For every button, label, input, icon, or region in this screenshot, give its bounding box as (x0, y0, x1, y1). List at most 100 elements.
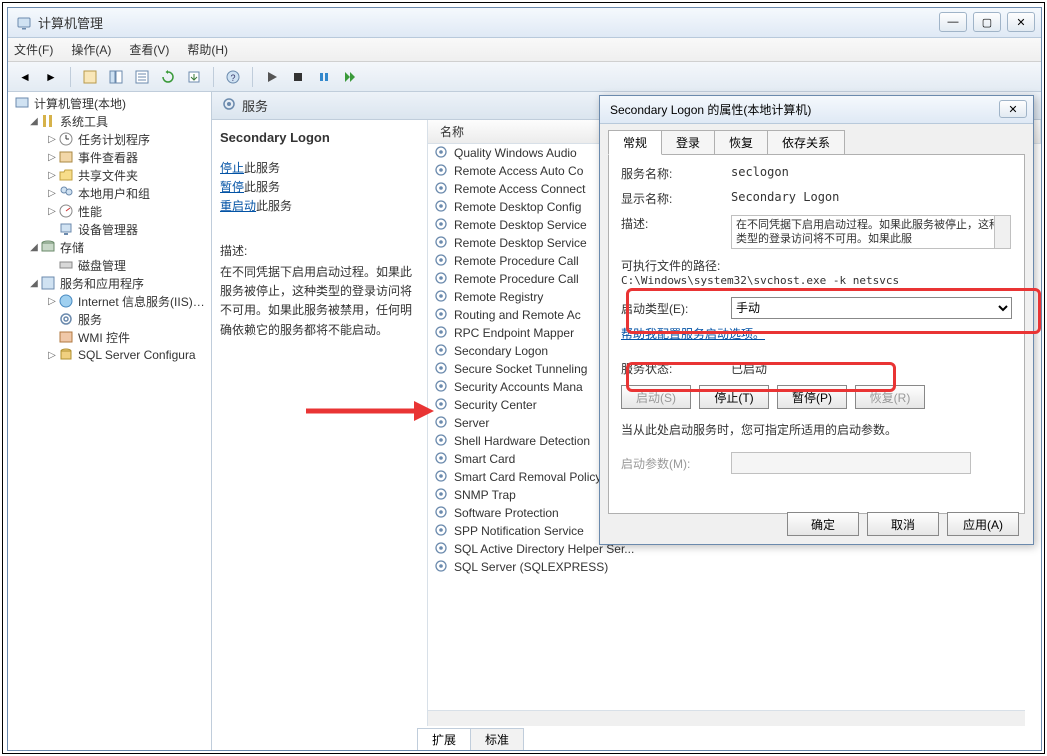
gear-icon (434, 559, 448, 576)
description-label: 描述: (220, 242, 419, 259)
tree-storage[interactable]: ◢存储 (10, 238, 209, 256)
tree-root[interactable]: 计算机管理(本地) (10, 94, 209, 112)
start-button[interactable]: 启动(S) (621, 385, 691, 409)
gear-icon (434, 235, 448, 252)
app-icon (16, 15, 32, 31)
stop-service-link[interactable]: 停止 (220, 161, 244, 175)
gear-icon (434, 289, 448, 306)
maximize-button[interactable]: ▢ (973, 12, 1001, 32)
gear-icon (434, 181, 448, 198)
nav-back-button[interactable]: ◄ (14, 66, 36, 88)
tree-performance[interactable]: ▷性能 (10, 202, 209, 220)
gear-icon (434, 163, 448, 180)
tab-extended[interactable]: 扩展 (417, 728, 471, 750)
annotation-arrow (306, 397, 436, 425)
minimize-button[interactable]: — (939, 12, 967, 32)
ok-button[interactable]: 确定 (787, 512, 859, 536)
pause-button[interactable]: 暂停(P) (777, 385, 847, 409)
menu-help[interactable]: 帮助(H) (187, 41, 228, 58)
display-name-value: Secondary Logon (731, 190, 1012, 204)
dialog-close-button[interactable]: ✕ (999, 100, 1027, 118)
restart-service-link[interactable]: 重启动 (220, 199, 256, 213)
tree-sql[interactable]: ▷SQL Server Configura (10, 346, 209, 364)
list-item[interactable]: SQL Server (SQLEXPRESS)Prov...已启动自动 (428, 558, 1041, 576)
tree-local-users[interactable]: ▷本地用户和组 (10, 184, 209, 202)
toolbar: ◄ ► ? (8, 62, 1041, 92)
dialog-tabs: 常规 登录 恢复 依存关系 (608, 130, 1025, 155)
titlebar: 计算机管理 — ▢ ✕ (8, 8, 1041, 38)
gear-icon (434, 505, 448, 522)
tree-device-manager[interactable]: 设备管理器 (10, 220, 209, 238)
gear-icon (434, 433, 448, 450)
gear-icon (434, 325, 448, 342)
desc-scrollbar[interactable] (994, 216, 1010, 248)
restart-button[interactable] (339, 66, 361, 88)
play-button[interactable] (261, 66, 283, 88)
gear-icon (434, 217, 448, 234)
tree-services[interactable]: 服务 (10, 310, 209, 328)
gear-icon (434, 397, 448, 414)
gear-icon (434, 451, 448, 468)
startup-type-label: 启动类型(E): (621, 300, 731, 317)
nav-forward-button[interactable]: ► (40, 66, 62, 88)
gear-icon (434, 523, 448, 540)
gear-icon (434, 145, 448, 162)
export-button[interactable] (183, 66, 205, 88)
gear-icon (434, 307, 448, 324)
toolbar-button[interactable] (79, 66, 101, 88)
stop-button[interactable] (287, 66, 309, 88)
startup-type-select[interactable]: 手动 (731, 297, 1012, 319)
tree-services-apps[interactable]: ◢服务和应用程序 (10, 274, 209, 292)
tree-system-tools[interactable]: ◢系统工具 (10, 112, 209, 130)
service-name-label: 服务名称: (621, 165, 731, 182)
tab-recovery[interactable]: 恢复 (714, 130, 768, 155)
gear-icon (434, 271, 448, 288)
help-configure-link[interactable]: 帮助我配置服务启动选项。 (621, 325, 765, 342)
gear-icon (222, 97, 236, 114)
pause-service-link[interactable]: 暂停 (220, 180, 244, 194)
horizontal-scrollbar[interactable] (428, 710, 1025, 726)
tree-sidebar[interactable]: 计算机管理(本地) ◢系统工具 ▷任务计划程序 ▷事件查看器 ▷共享文件夹 ▷本… (8, 92, 212, 750)
tree-task-scheduler[interactable]: ▷任务计划程序 (10, 130, 209, 148)
tree-shared-folders[interactable]: ▷共享文件夹 (10, 166, 209, 184)
tab-standard[interactable]: 标准 (470, 728, 524, 750)
service-name-value: seclogon (731, 165, 1012, 179)
svg-text:?: ? (230, 73, 235, 83)
gear-icon (434, 199, 448, 216)
toolbar-button[interactable] (105, 66, 127, 88)
apply-button[interactable]: 应用(A) (947, 512, 1019, 536)
service-status-value: 已启动 (731, 360, 767, 377)
window-title: 计算机管理 (38, 13, 103, 32)
toolbar-button[interactable] (131, 66, 153, 88)
close-button[interactable]: ✕ (1007, 12, 1035, 32)
menu-file[interactable]: 文件(F) (14, 41, 53, 58)
tree-wmi[interactable]: WMI 控件 (10, 328, 209, 346)
tab-deps[interactable]: 依存关系 (767, 130, 845, 155)
cancel-button[interactable]: 取消 (867, 512, 939, 536)
gear-icon (58, 311, 74, 327)
gear-icon (434, 469, 448, 486)
stop-button[interactable]: 停止(T) (699, 385, 769, 409)
gear-icon (434, 487, 448, 504)
resume-button[interactable]: 恢复(R) (855, 385, 925, 409)
gear-icon (434, 253, 448, 270)
service-status-label: 服务状态: (621, 360, 731, 377)
dialog-title: Secondary Logon 的属性(本地计算机) (610, 101, 811, 118)
pause-button[interactable] (313, 66, 335, 88)
main-header-title: 服务 (242, 96, 268, 115)
help-button[interactable]: ? (222, 66, 244, 88)
tab-logon[interactable]: 登录 (661, 130, 715, 155)
tab-general[interactable]: 常规 (608, 130, 662, 155)
start-param-label: 启动参数(M): (621, 455, 731, 472)
refresh-button[interactable] (157, 66, 179, 88)
tree-iis[interactable]: ▷Internet 信息服务(IIS)… (10, 292, 209, 310)
start-param-note: 当从此处启动服务时，您可指定所适用的启动参数。 (621, 421, 1012, 438)
gear-icon (434, 379, 448, 396)
tree-disk-mgmt[interactable]: 磁盘管理 (10, 256, 209, 274)
tree-event-viewer[interactable]: ▷事件查看器 (10, 148, 209, 166)
dialog-titlebar: Secondary Logon 的属性(本地计算机) ✕ (600, 96, 1033, 124)
description-field[interactable]: 在不同凭据下启用启动过程。如果此服务被停止，这种类型的登录访问将不可用。如果此服 (731, 215, 1011, 249)
menu-action[interactable]: 操作(A) (71, 41, 111, 58)
exe-path-value: C:\Windows\system32\svchost.exe -k netsv… (621, 274, 1012, 287)
menu-view[interactable]: 查看(V) (129, 41, 169, 58)
